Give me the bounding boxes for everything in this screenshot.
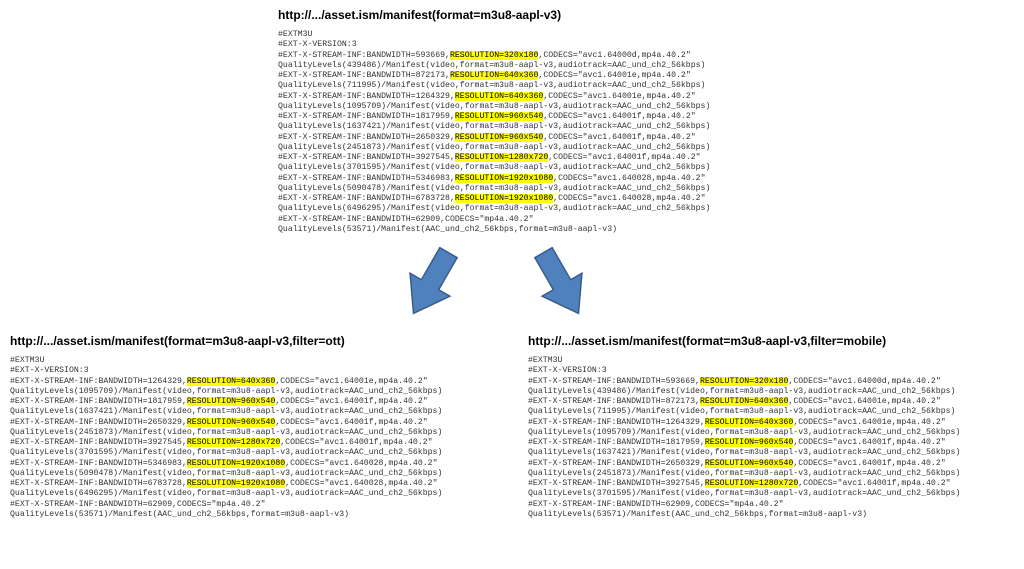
manifest-line: QualityLevels(439486)/Manifest(video,for… <box>528 387 1024 397</box>
manifest-line: #EXT-X-VERSION:3 <box>10 366 510 376</box>
manifest-line: #EXT-X-STREAM-INF:BANDWIDTH=6783728,RESO… <box>278 194 898 204</box>
resolution-highlight: RESOLUTION=640x360 <box>705 418 793 427</box>
manifest-line: QualityLevels(2451873)/Manifest(video,fo… <box>528 469 1024 479</box>
manifest-line: #EXT-X-STREAM-INF:BANDWIDTH=5346983,RESO… <box>278 174 898 184</box>
manifest-line: #EXT-X-STREAM-INF:BANDWIDTH=62909,CODECS… <box>278 215 898 225</box>
resolution-highlight: RESOLUTION=320x180 <box>450 51 538 60</box>
manifest-line: #EXT-X-STREAM-INF:BANDWIDTH=1817959,RESO… <box>528 438 1024 448</box>
manifest-line: QualityLevels(6496295)/Manifest(video,fo… <box>10 489 510 499</box>
resolution-highlight: RESOLUTION=1920x1080 <box>455 194 553 203</box>
manifest-line: QualityLevels(1637421)/Manifest(video,fo… <box>278 122 898 132</box>
manifest-line: #EXT-X-STREAM-INF:BANDWIDTH=3927545,RESO… <box>278 153 898 163</box>
manifest-line: QualityLevels(53571)/Manifest(AAC_und_ch… <box>528 510 1024 520</box>
arrow-left-icon <box>396 243 466 323</box>
resolution-highlight: RESOLUTION=960x540 <box>455 112 543 121</box>
manifest-line: #EXT-X-STREAM-INF:BANDWIDTH=1817959,RESO… <box>10 397 510 407</box>
manifest-url-mobile: http://.../asset.ism/manifest(format=m3u… <box>528 334 1024 348</box>
manifest-block-original: http://.../asset.ism/manifest(format=m3u… <box>278 8 898 235</box>
resolution-highlight: RESOLUTION=320x180 <box>700 377 788 386</box>
manifest-line: #EXT-X-VERSION:3 <box>528 366 1024 376</box>
manifest-line: #EXT-X-STREAM-INF:BANDWIDTH=2650329,RESO… <box>528 459 1024 469</box>
manifest-line: QualityLevels(5090478)/Manifest(video,fo… <box>278 184 898 194</box>
manifest-body-mobile: #EXTM3U#EXT-X-VERSION:3#EXT-X-STREAM-INF… <box>528 356 1024 520</box>
manifest-line: #EXT-X-STREAM-INF:BANDWIDTH=3927545,RESO… <box>10 438 510 448</box>
resolution-highlight: RESOLUTION=960x540 <box>455 133 543 142</box>
manifest-line: QualityLevels(1637421)/Manifest(video,fo… <box>10 407 510 417</box>
manifest-line: #EXT-X-STREAM-INF:BANDWIDTH=1264329,RESO… <box>10 377 510 387</box>
manifest-line: #EXT-X-STREAM-INF:BANDWIDTH=872173,RESOL… <box>528 397 1024 407</box>
manifest-body-ott: #EXTM3U#EXT-X-VERSION:3#EXT-X-STREAM-INF… <box>10 356 510 520</box>
manifest-line: #EXT-X-STREAM-INF:BANDWIDTH=62909,CODECS… <box>528 500 1024 510</box>
manifest-line: #EXT-X-STREAM-INF:BANDWIDTH=5346983,RESO… <box>10 459 510 469</box>
manifest-line: QualityLevels(2451873)/Manifest(video,fo… <box>278 143 898 153</box>
resolution-highlight: RESOLUTION=640x360 <box>187 377 275 386</box>
manifest-line: #EXTM3U <box>10 356 510 366</box>
manifest-line: QualityLevels(1095709)/Manifest(video,fo… <box>528 428 1024 438</box>
manifest-line: QualityLevels(711995)/Manifest(video,for… <box>278 81 898 91</box>
manifest-line: QualityLevels(1095709)/Manifest(video,fo… <box>10 387 510 397</box>
manifest-line: #EXT-X-STREAM-INF:BANDWIDTH=2650329,RESO… <box>278 133 898 143</box>
manifest-body-original: #EXTM3U#EXT-X-VERSION:3#EXT-X-STREAM-INF… <box>278 30 898 235</box>
manifest-line: QualityLevels(53571)/Manifest(AAC_und_ch… <box>10 510 510 520</box>
resolution-highlight: RESOLUTION=1280x720 <box>705 479 798 488</box>
manifest-line: #EXT-X-VERSION:3 <box>278 40 898 50</box>
manifest-line: QualityLevels(6496295)/Manifest(video,fo… <box>278 204 898 214</box>
manifest-line: #EXTM3U <box>278 30 898 40</box>
manifest-line: #EXT-X-STREAM-INF:BANDWIDTH=2650329,RESO… <box>10 418 510 428</box>
resolution-highlight: RESOLUTION=1280x720 <box>455 153 548 162</box>
manifest-block-mobile: http://.../asset.ism/manifest(format=m3u… <box>528 334 1024 520</box>
manifest-line: QualityLevels(1637421)/Manifest(video,fo… <box>528 448 1024 458</box>
manifest-line: QualityLevels(1095709)/Manifest(video,fo… <box>278 102 898 112</box>
manifest-line: #EXT-X-STREAM-INF:BANDWIDTH=62909,CODECS… <box>10 500 510 510</box>
resolution-highlight: RESOLUTION=1280x720 <box>187 438 280 447</box>
resolution-highlight: RESOLUTION=960x540 <box>705 459 793 468</box>
manifest-line: QualityLevels(2451873)/Manifest(video,fo… <box>10 428 510 438</box>
manifest-line: QualityLevels(5090478)/Manifest(video,fo… <box>10 469 510 479</box>
manifest-url-ott: http://.../asset.ism/manifest(format=m3u… <box>10 334 510 348</box>
manifest-line: QualityLevels(53571)/Manifest(AAC_und_ch… <box>278 225 898 235</box>
arrows-container <box>396 243 596 325</box>
resolution-highlight: RESOLUTION=640x360 <box>455 92 543 101</box>
resolution-highlight: RESOLUTION=640x360 <box>700 397 788 406</box>
manifest-line: #EXT-X-STREAM-INF:BANDWIDTH=593669,RESOL… <box>278 51 898 61</box>
manifest-line: #EXT-X-STREAM-INF:BANDWIDTH=1264329,RESO… <box>278 92 898 102</box>
manifest-line: #EXT-X-STREAM-INF:BANDWIDTH=3927545,RESO… <box>528 479 1024 489</box>
manifest-line: QualityLevels(711995)/Manifest(video,for… <box>528 407 1024 417</box>
resolution-highlight: RESOLUTION=1920x1080 <box>187 479 285 488</box>
manifest-line: #EXT-X-STREAM-INF:BANDWIDTH=1264329,RESO… <box>528 418 1024 428</box>
manifest-url-original: http://.../asset.ism/manifest(format=m3u… <box>278 8 898 22</box>
manifest-line: #EXT-X-STREAM-INF:BANDWIDTH=872173,RESOL… <box>278 71 898 81</box>
manifest-line: #EXT-X-STREAM-INF:BANDWIDTH=1817959,RESO… <box>278 112 898 122</box>
resolution-highlight: RESOLUTION=640x360 <box>450 71 538 80</box>
manifest-line: QualityLevels(439486)/Manifest(video,for… <box>278 61 898 71</box>
resolution-highlight: RESOLUTION=960x540 <box>187 397 275 406</box>
arrow-right-icon <box>526 243 596 323</box>
manifest-line: QualityLevels(3701595)/Manifest(video,fo… <box>528 489 1024 499</box>
manifest-line: #EXT-X-STREAM-INF:BANDWIDTH=593669,RESOL… <box>528 377 1024 387</box>
manifest-block-ott: http://.../asset.ism/manifest(format=m3u… <box>10 334 510 520</box>
manifest-line: QualityLevels(3701595)/Manifest(video,fo… <box>278 163 898 173</box>
resolution-highlight: RESOLUTION=1920x1080 <box>187 459 285 468</box>
resolution-highlight: RESOLUTION=960x540 <box>705 438 793 447</box>
manifest-line: #EXT-X-STREAM-INF:BANDWIDTH=6783728,RESO… <box>10 479 510 489</box>
resolution-highlight: RESOLUTION=960x540 <box>187 418 275 427</box>
resolution-highlight: RESOLUTION=1920x1080 <box>455 174 553 183</box>
manifest-line: #EXTM3U <box>528 356 1024 366</box>
manifest-line: QualityLevels(3701595)/Manifest(video,fo… <box>10 448 510 458</box>
